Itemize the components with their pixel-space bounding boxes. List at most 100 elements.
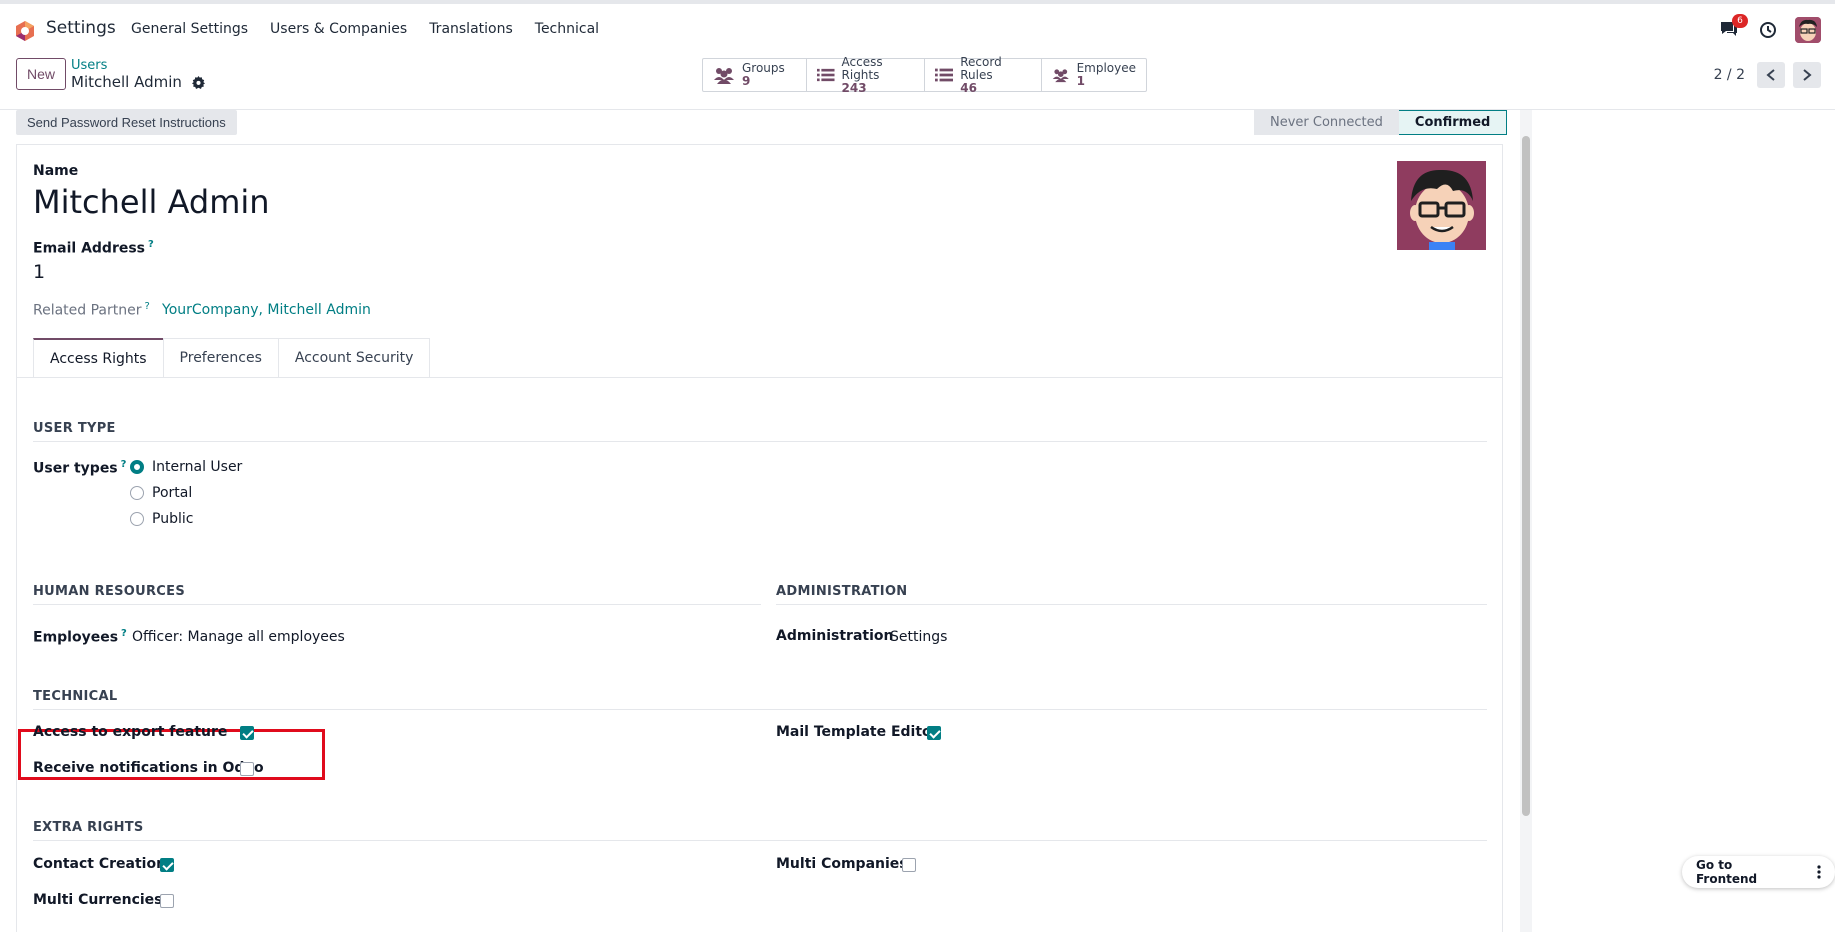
help-icon[interactable]: ? [121,459,127,470]
user-types-label-text: User types [33,460,118,477]
radio-public[interactable]: Public [130,511,193,527]
radio-portal-label: Portal [152,485,193,501]
app-title[interactable]: Settings [46,18,116,38]
users-icon [1052,69,1069,83]
smart-button-record-rules[interactable]: Record Rules 46 [925,54,1042,94]
mail-template-editor-checkbox[interactable] [927,726,941,740]
breadcrumb-users[interactable]: Users [71,58,107,73]
menu-general-settings[interactable]: General Settings [131,21,248,37]
main-menu: General Settings Users & Companies Trans… [131,21,599,37]
form-sheet: Name Mitchell Admin Email Address? 1 Rel… [16,144,1503,932]
multi-companies-checkbox[interactable] [902,858,916,872]
section-administration: ADMINISTRATION [776,584,908,599]
messaging-button[interactable]: 6 [1719,14,1748,40]
employee-label: Employee [1076,61,1136,75]
status-never-connected[interactable]: Never Connected [1254,110,1399,135]
notifications-label: Receive notifications in Odoo [33,760,264,776]
related-partner-label-text: Related Partner [33,302,142,319]
email-field[interactable]: 1 [33,261,45,283]
user-avatar[interactable] [1795,17,1821,43]
new-button[interactable]: New [16,58,66,90]
odoo-logo-icon[interactable] [14,20,36,42]
breadcrumb-current: Mitchell Admin [71,73,205,91]
radio-portal[interactable]: Portal [130,485,192,501]
avatar-face-icon [1795,17,1821,43]
pager-next-button[interactable] [1793,62,1821,88]
chevron-left-icon [1766,69,1775,81]
navbar-systray: 6 [1719,14,1821,43]
related-partner-label: Related Partner? [33,301,150,319]
administration-select[interactable]: Settings [890,629,947,645]
list-icon [935,68,954,82]
groups-count: 9 [742,74,751,88]
pager: 2 / 2 [1714,62,1821,88]
clock-icon[interactable] [1759,21,1777,39]
scrollbar[interactable] [1520,110,1532,932]
radio-internal-user[interactable]: Internal User [130,459,242,475]
user-image[interactable] [1397,161,1486,250]
tabs-divider [17,377,1502,378]
tab-access-rights[interactable]: Access Rights [33,338,164,377]
help-icon[interactable]: ? [145,301,150,312]
name-field[interactable]: Mitchell Admin [33,183,270,221]
menu-users-companies[interactable]: Users & Companies [270,21,407,37]
status-bar: Never Connected Confirmed [1254,110,1508,135]
go-to-frontend-button[interactable]: Go to Frontend [1682,856,1835,888]
chat-count-badge: 6 [1732,14,1748,28]
status-confirmed[interactable]: Confirmed [1398,110,1508,135]
section-divider [33,709,1487,710]
form-view: Send Password Reset Instructions Never C… [0,110,1835,932]
avatar-face-icon [1397,161,1486,250]
multi-currencies-checkbox[interactable] [160,894,174,908]
export-feature-label: Access to export feature [33,724,228,740]
radio-button[interactable] [130,486,144,500]
section-human-resources: HUMAN RESOURCES [33,584,185,599]
section-technical: TECHNICAL [33,689,118,704]
breadcrumb-current-label: Mitchell Admin [71,73,182,91]
smart-button-groups[interactable]: Groups 9 [703,59,807,91]
help-icon[interactable]: ? [121,628,127,639]
pager-value[interactable]: 2 / 2 [1714,67,1745,83]
employees-select[interactable]: Officer: Manage all employees [132,629,345,645]
smart-buttons: Groups 9 Access Rights 243 Record Rules … [702,54,1147,94]
list-icon [817,68,835,82]
notifications-checkbox[interactable] [240,762,254,776]
radio-button[interactable] [130,512,144,526]
gear-icon[interactable] [191,75,205,89]
user-types-label: User types? [33,459,126,477]
tab-preferences[interactable]: Preferences [162,338,279,377]
record-rules-count: 46 [960,80,977,95]
top-navbar: Settings General Settings Users & Compan… [0,0,1835,54]
related-partner-link[interactable]: YourCompany, Mitchell Admin [162,302,371,318]
tab-account-security[interactable]: Account Security [277,338,431,377]
section-divider [33,441,1487,442]
scrollbar-thumb[interactable] [1522,136,1530,816]
administration-label: Administration [776,628,894,644]
section-divider [33,840,1487,841]
section-divider [33,604,761,605]
employees-label: Employees? [33,628,127,646]
control-panel: New Users Mitchell Admin Groups 9 Access… [0,54,1835,110]
menu-technical[interactable]: Technical [535,21,599,37]
section-divider [776,604,1487,605]
go-to-frontend-label: Go to Frontend [1696,858,1758,886]
export-feature-checkbox[interactable] [240,726,254,740]
email-label: Email Address? [33,239,154,257]
smart-button-employee[interactable]: Employee 1 [1042,59,1146,91]
employees-label-text: Employees [33,629,119,646]
employee-count: 1 [1076,74,1085,88]
email-label-text: Email Address [33,240,146,257]
pager-previous-button[interactable] [1757,62,1785,88]
contact-creation-checkbox[interactable] [160,858,174,872]
help-icon[interactable]: ? [148,239,154,250]
smart-button-access-rights[interactable]: Access Rights 243 [807,55,925,94]
chevron-right-icon [1803,69,1812,81]
radio-internal-user-label: Internal User [152,459,243,475]
send-password-reset-button[interactable]: Send Password Reset Instructions [16,110,237,135]
mail-template-editor-label: Mail Template Editor [776,724,939,740]
more-vertical-icon[interactable] [1817,865,1821,879]
radio-button-checked[interactable] [130,460,144,474]
record-rules-label: Record Rules [960,54,1002,82]
menu-translations[interactable]: Translations [429,21,513,37]
name-label: Name [33,163,79,179]
